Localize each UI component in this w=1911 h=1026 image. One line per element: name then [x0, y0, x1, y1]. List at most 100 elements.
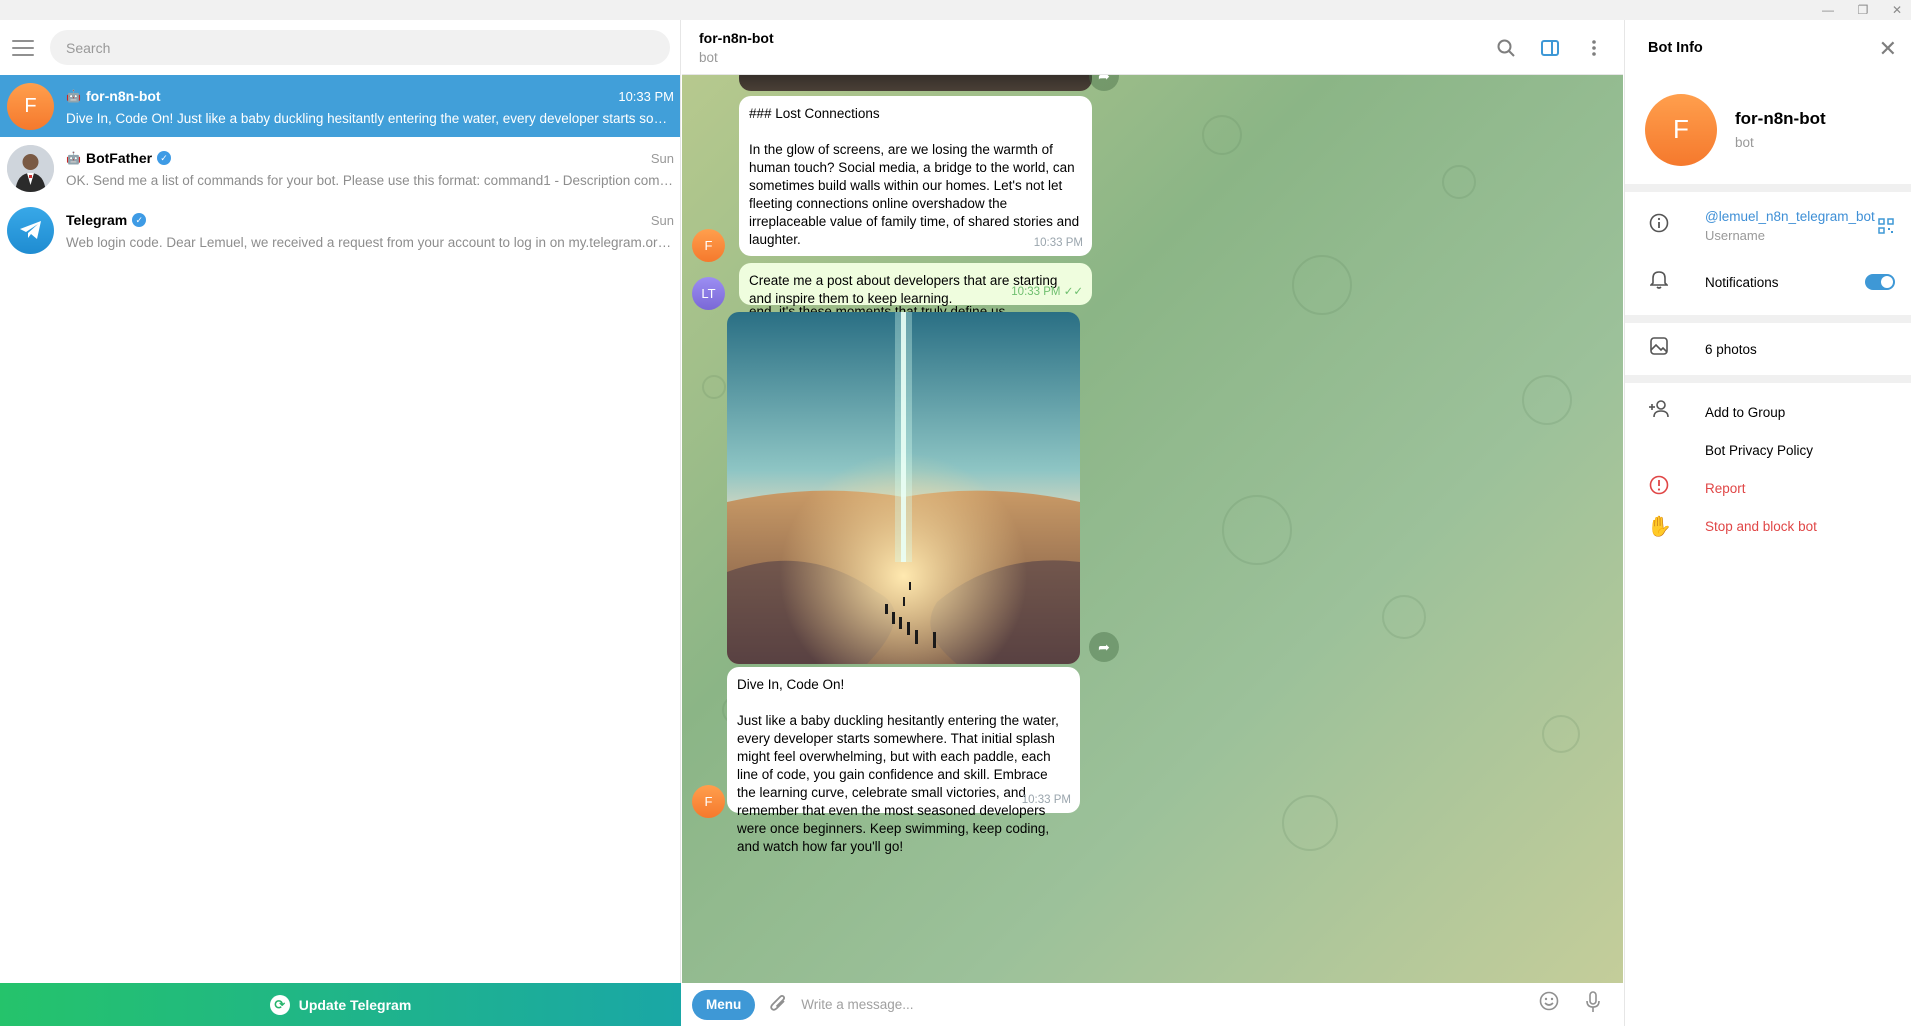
image-icon	[1647, 337, 1671, 361]
chat-name: for-n8n-bot	[85, 88, 161, 104]
notifications-toggle[interactable]	[1865, 274, 1895, 290]
bot-icon: 🤖	[66, 89, 81, 103]
message-text: Dive In, Code On! Just like a baby duckl…	[737, 677, 1059, 854]
chat-time: Sun	[650, 212, 674, 228]
chat-name: Telegram	[66, 212, 128, 228]
chat-name: BotFather	[85, 150, 153, 166]
avatar[interactable]: LT	[692, 277, 725, 310]
telegram-logo-icon	[7, 206, 54, 254]
search-input[interactable]	[50, 30, 670, 65]
background-doodle	[702, 375, 726, 399]
close-icon[interactable]: ✕	[1879, 36, 1897, 62]
notifications-row[interactable]: Notifications	[1625, 260, 1911, 304]
bot-info-header: Bot Info ✕	[1625, 20, 1911, 75]
chat-preview: OK. Send me a list of commands for your …	[66, 172, 674, 188]
username-link[interactable]: @lemuel_n8n_telegram_bot	[1705, 209, 1875, 224]
background-doodle	[1222, 495, 1292, 565]
username-label: Username	[1705, 228, 1765, 243]
desert-light-image-icon	[727, 312, 1080, 664]
microphone-icon[interactable]	[1585, 991, 1601, 1018]
avatar	[7, 144, 54, 192]
hamburger-menu-icon[interactable]	[12, 39, 34, 56]
avatar[interactable]: F	[1645, 93, 1717, 166]
share-icon[interactable]: ➦	[1089, 75, 1119, 91]
background-doodle	[1382, 595, 1426, 639]
bot-menu-button[interactable]: Menu	[692, 989, 756, 1020]
message-area[interactable]: ➦ ### Lost Connections In the glow of sc…	[682, 75, 1623, 983]
message-image[interactable]	[727, 312, 1080, 664]
notifications-label: Notifications	[1705, 274, 1779, 290]
avatar: F	[7, 82, 54, 130]
emoji-icon[interactable]	[1539, 991, 1559, 1018]
message-composer: Menu	[682, 983, 1623, 1026]
bot-icon: 🤖	[66, 151, 81, 165]
chat-preview: Dive In, Code On! Just like a baby duckl…	[66, 110, 674, 126]
photos-row[interactable]: 6 photos	[1625, 323, 1911, 375]
panel-title: Bot Info	[1648, 39, 1703, 56]
more-options-icon[interactable]	[1583, 37, 1605, 59]
bot-subtitle: bot	[1735, 135, 1754, 150]
search-icon[interactable]	[1495, 37, 1517, 59]
privacy-policy-label: Bot Privacy Policy	[1705, 442, 1814, 458]
add-user-icon	[1647, 400, 1671, 424]
chat-item-telegram[interactable]: Telegram ✓ Sun Web login code. Dear Lemue…	[0, 199, 680, 261]
update-telegram-button[interactable]: ⟳ Update Telegram	[0, 983, 681, 1026]
conversation-panel: for-n8n-bot bot ➦ ### Lost Connections I…	[682, 20, 1623, 1026]
conversation-title: for-n8n-bot	[699, 30, 774, 46]
background-doodle	[1542, 715, 1580, 753]
share-icon[interactable]: ➦	[1089, 632, 1119, 662]
message-input[interactable]	[801, 997, 1522, 1012]
update-icon: ⟳	[269, 994, 290, 1015]
verified-icon: ✓	[157, 151, 172, 165]
avatar[interactable]: F	[692, 785, 725, 818]
update-label: Update Telegram	[298, 996, 412, 1013]
background-doodle	[1282, 795, 1338, 851]
background-doodle	[1202, 115, 1242, 155]
bot-info-panel: Bot Info ✕ F for-n8n-bot bot @lemuel_n8n…	[1624, 20, 1911, 1026]
chat-item-botfather[interactable]: 🤖 BotFather ✓ Sun OK. Send me a list of co…	[0, 137, 680, 199]
hand-stop-icon: ✋	[1647, 515, 1672, 538]
background-doodle	[1292, 255, 1352, 315]
bot-name: for-n8n-bot	[1735, 109, 1826, 128]
sidebar-toggle-icon[interactable]	[1539, 37, 1561, 59]
add-to-group-row[interactable]: Add to Group	[1625, 393, 1911, 431]
qr-code-icon[interactable]	[1878, 218, 1894, 234]
message-time: 10:33 PM	[1021, 794, 1071, 806]
background-doodle	[1442, 165, 1476, 199]
botfather-avatar-icon	[7, 144, 54, 192]
chat-item-for-n8n-bot[interactable]: F 🤖 for-n8n-bot 10:33 PM Dive In, Code On…	[0, 75, 680, 137]
username-row[interactable]: @lemuel_n8n_telegram_bot Username	[1625, 192, 1911, 260]
divider	[1625, 184, 1911, 192]
avatar[interactable]: F	[692, 229, 725, 262]
verified-icon: ✓	[132, 213, 147, 227]
bell-icon	[1647, 269, 1671, 295]
window-close-button[interactable]: ✕	[1874, 0, 1911, 20]
read-checkmarks-icon: ✓✓	[1063, 286, 1083, 298]
incoming-message[interactable]: Dive In, Code On! Just like a baby duckl…	[727, 667, 1080, 854]
conversation-subtitle: bot	[699, 50, 718, 65]
chat-time: Sun	[650, 150, 674, 166]
photos-label: 6 photos	[1705, 341, 1757, 357]
chat-list-panel: F 🤖 for-n8n-bot 10:33 PM Dive In, Code On…	[0, 20, 681, 1026]
message-image[interactable]	[739, 75, 1092, 91]
divider	[1625, 375, 1911, 383]
report-row[interactable]: Report	[1625, 469, 1911, 507]
incoming-message[interactable]: ### Lost Connections In the glow of scre…	[739, 96, 1092, 319]
outgoing-message[interactable]: Create me a post about developers that a…	[739, 263, 1092, 306]
stop-block-row[interactable]: ✋ Stop and block bot	[1625, 507, 1911, 545]
window-titlebar: — ❐ ✕	[0, 0, 1911, 20]
chat-time: 10:33 PM	[618, 88, 674, 104]
attach-icon[interactable]	[769, 992, 787, 1018]
divider	[1625, 315, 1911, 323]
chat-list-header	[0, 20, 680, 75]
info-icon	[1647, 213, 1671, 239]
conversation-header[interactable]: for-n8n-bot bot	[682, 20, 1623, 75]
report-label: Report	[1705, 480, 1746, 496]
add-to-group-label: Add to Group	[1705, 404, 1786, 420]
background-doodle	[1522, 375, 1572, 425]
bot-profile: F for-n8n-bot bot	[1625, 75, 1911, 184]
warning-icon	[1647, 475, 1671, 501]
privacy-policy-row[interactable]: Bot Privacy Policy	[1625, 431, 1911, 469]
message-time: 10:33 PM ✓✓	[1011, 286, 1083, 298]
chat-preview: Web login code. Dear Lemuel, we received…	[66, 234, 674, 250]
